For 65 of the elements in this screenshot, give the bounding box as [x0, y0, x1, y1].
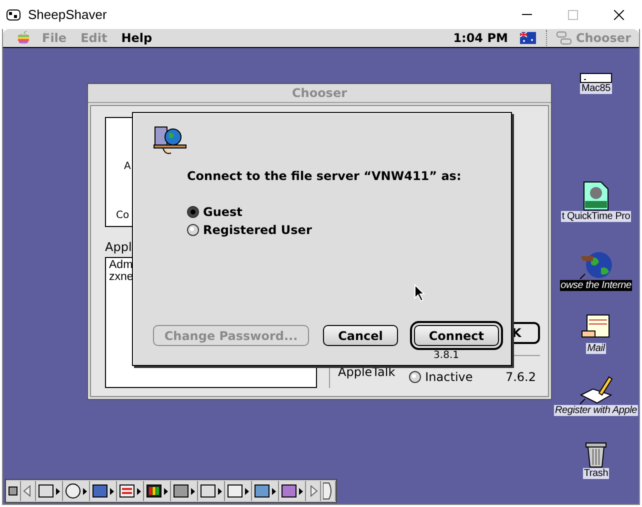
- clock[interactable]: 1:04 PM: [453, 31, 508, 45]
- version-label: 3.8.1: [434, 350, 459, 361]
- chooser-icon: [556, 31, 572, 45]
- connection-label: AppleTalk: [338, 365, 396, 379]
- control-strip-module[interactable]: [36, 481, 63, 501]
- arrow-icon: [299, 488, 303, 494]
- handle-icon: [323, 482, 333, 500]
- arrow-icon: [272, 488, 276, 494]
- control-strip-module[interactable]: [252, 481, 279, 501]
- radio-label: Guest: [203, 205, 242, 219]
- type-label: Co: [116, 210, 130, 221]
- cursor-icon: [414, 284, 426, 302]
- window-title: Chooser: [88, 84, 551, 103]
- dialog-message: Connect to the file server “VNW411” as:: [187, 169, 462, 183]
- radio-label: Registered User: [203, 223, 312, 237]
- flag-icon[interactable]: [520, 32, 536, 44]
- collapse-button[interactable]: [6, 481, 21, 501]
- strip-handle[interactable]: [321, 481, 336, 501]
- arrow-icon: [110, 488, 114, 494]
- close-icon: [614, 10, 624, 20]
- window-title: SheepShaver: [28, 7, 107, 22]
- hard-drive-icon: [580, 73, 612, 83]
- dialog-button[interactable]: Cancel: [323, 325, 398, 346]
- radio-label: Inactive: [425, 370, 473, 384]
- arrow-icon: [191, 488, 195, 494]
- radio-button[interactable]: [409, 371, 422, 383]
- control-strip-module[interactable]: [90, 481, 117, 501]
- arrow-icon: [137, 488, 141, 494]
- control-strip-module[interactable]: [171, 481, 198, 501]
- scroll-right-button[interactable]: [306, 481, 321, 501]
- control-strip-module[interactable]: [63, 481, 90, 501]
- right-arrow-icon: [308, 485, 318, 497]
- monitor-icon: [146, 483, 162, 499]
- arrow-icon: [164, 488, 168, 494]
- maximize-icon: [568, 10, 578, 20]
- radio-button[interactable]: [187, 224, 199, 236]
- control-strip-module[interactable]: [198, 481, 225, 501]
- control-strip-module[interactable]: [279, 481, 306, 501]
- arrow-icon: [218, 488, 222, 494]
- list-item[interactable]: zxne: [109, 271, 134, 283]
- control-strip-module[interactable]: [225, 481, 252, 501]
- left-arrow-icon: [23, 485, 33, 497]
- arrow-icon: [245, 488, 249, 494]
- movie-file-icon: [583, 181, 609, 211]
- icon-label[interactable]: t QuickTime Pro: [560, 211, 632, 222]
- cd-icon: [65, 483, 81, 499]
- arrow-icon: [83, 488, 87, 494]
- apple-icon[interactable]: [17, 31, 30, 45]
- scroll-left-button[interactable]: [21, 481, 36, 501]
- icon-label[interactable]: Trash: [582, 468, 610, 479]
- square-icon: [8, 486, 18, 496]
- icon-label[interactable]: Register with Apple: [554, 405, 638, 416]
- radio-button[interactable]: [187, 206, 199, 218]
- list-label: Appl: [105, 240, 133, 254]
- arrow-icon: [56, 488, 60, 494]
- menu-item[interactable]: Help: [121, 31, 152, 45]
- type-label: A: [124, 161, 131, 172]
- control-strip-module[interactable]: [144, 481, 171, 501]
- version-label: 7.6.2: [505, 370, 536, 384]
- control-strip-module[interactable]: [117, 481, 144, 501]
- icon-label[interactable]: Mac85: [580, 83, 612, 94]
- list-item[interactable]: Adm: [109, 259, 133, 271]
- icon-label[interactable]: Mail: [586, 343, 606, 354]
- minimize-icon: [522, 14, 532, 15]
- icon-label[interactable]: owse the Interne: [560, 280, 632, 291]
